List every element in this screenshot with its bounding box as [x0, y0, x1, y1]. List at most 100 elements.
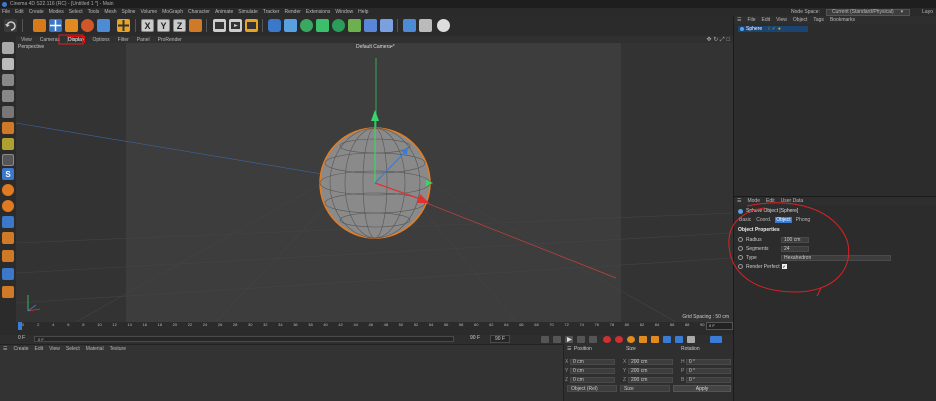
- render-view-icon[interactable]: [213, 19, 226, 32]
- rotation-p-field[interactable]: 0 °: [686, 367, 731, 374]
- play-icon[interactable]: [565, 336, 573, 343]
- model-mode-icon[interactable]: [2, 58, 14, 70]
- min-frame-field[interactable]: 0 F: [18, 335, 25, 341]
- paint-icon[interactable]: [2, 250, 14, 262]
- object-row-sphere[interactable]: Sphere ⁝ ✓ ●: [738, 26, 808, 32]
- field-icon[interactable]: [332, 19, 345, 32]
- timeline-end-frame[interactable]: 0 F: [706, 322, 733, 330]
- menu-modes[interactable]: Modes: [49, 9, 64, 15]
- preview-max-field[interactable]: 90 F: [470, 335, 480, 341]
- axis-mode-icon[interactable]: [2, 154, 14, 166]
- x-axis-lock-button[interactable]: X: [141, 19, 154, 32]
- pen-icon[interactable]: [284, 19, 297, 32]
- material-menu-select[interactable]: Select: [66, 346, 80, 352]
- size-z-field[interactable]: 200 cm: [628, 376, 673, 383]
- previous-key-icon[interactable]: [553, 336, 561, 343]
- parameter-key-icon[interactable]: [675, 336, 683, 343]
- timeline-ruler[interactable]: 0 2 4 6 8 10 12 14 16 18 20 22 24 26 28 30 32 34 36 38 40 42 4…: [16, 322, 706, 330]
- menu-render[interactable]: Render: [285, 9, 301, 15]
- polygons-mode-icon[interactable]: [2, 122, 14, 134]
- object-menu-tags[interactable]: Tags: [813, 17, 824, 23]
- layer-icon[interactable]: [2, 268, 14, 280]
- uv-mode-icon[interactable]: [2, 138, 14, 150]
- pla-key-icon[interactable]: [687, 336, 695, 343]
- position-x-field[interactable]: 0 cm: [570, 358, 615, 365]
- material-menu-edit[interactable]: Edit: [35, 346, 44, 352]
- menu-simulate[interactable]: Simulate: [238, 9, 257, 15]
- make-editable-icon[interactable]: [2, 42, 14, 54]
- viewport-menu-view[interactable]: View: [21, 37, 32, 43]
- size-x-field[interactable]: 200 cm: [628, 358, 673, 365]
- camera-icon[interactable]: [380, 19, 393, 32]
- menu-animate[interactable]: Animate: [215, 9, 233, 15]
- viewport-camera-label[interactable]: Default Camera •*: [356, 44, 395, 50]
- go-to-end-icon[interactable]: [589, 336, 597, 343]
- light-icon[interactable]: [437, 19, 450, 32]
- scale-key-icon[interactable]: [651, 336, 659, 343]
- viewport[interactable]: Perspective Default Camera •* Grid Spacin…: [16, 43, 733, 322]
- viewport-menu-filter[interactable]: Filter: [118, 37, 129, 43]
- menu-extensions[interactable]: Extensions: [306, 9, 330, 15]
- apply-button[interactable]: Apply: [673, 385, 731, 392]
- menu-volume[interactable]: Volume: [140, 9, 157, 15]
- node-space-dropdown[interactable]: Current (Standard/Physical) ▾: [825, 8, 911, 16]
- undo-icon[interactable]: [4, 19, 17, 32]
- deformer-icon[interactable]: [348, 19, 361, 32]
- viewport-menu-cameras[interactable]: Cameras: [40, 37, 60, 43]
- autokey-icon[interactable]: [615, 336, 623, 343]
- rotation-b-field[interactable]: 0 °: [686, 376, 731, 383]
- material-manager[interactable]: ☰ Create Edit View Select Material Textu…: [0, 344, 563, 401]
- recent-tools-icon[interactable]: [97, 19, 110, 32]
- viewport-menu-prorender[interactable]: ProRender: [158, 37, 182, 43]
- go-to-start-icon[interactable]: [541, 336, 549, 343]
- subdivision-icon[interactable]: [300, 19, 313, 32]
- material-menu-texture[interactable]: Texture: [110, 346, 126, 352]
- visibility-dots-icon[interactable]: ⁝: [768, 26, 770, 32]
- cloner-icon[interactable]: [316, 19, 329, 32]
- floor-icon[interactable]: [403, 19, 416, 32]
- object-menu-object[interactable]: Object: [793, 17, 807, 23]
- menu-character[interactable]: Character: [188, 9, 210, 15]
- menu-mograph[interactable]: MoGraph: [162, 9, 183, 15]
- object-menu-view[interactable]: View: [776, 17, 787, 23]
- layout-label[interactable]: Layo: [922, 9, 933, 15]
- menu-tracker[interactable]: Tracker: [263, 9, 280, 15]
- max-frame-field[interactable]: 90 F: [490, 335, 511, 343]
- keyframe-selection-icon[interactable]: [627, 336, 635, 343]
- position-key-icon[interactable]: [639, 336, 647, 343]
- rotation-key-icon[interactable]: [663, 336, 671, 343]
- menu-file[interactable]: File: [2, 9, 10, 15]
- y-axis-lock-button[interactable]: Y: [157, 19, 170, 32]
- render-picture-viewer-icon[interactable]: [229, 19, 242, 32]
- object-menu-edit[interactable]: Edit: [762, 17, 771, 23]
- next-key-icon[interactable]: [577, 336, 585, 343]
- position-y-field[interactable]: 0 cm: [570, 367, 615, 374]
- snap-settings-icon[interactable]: [2, 184, 14, 196]
- rotation-h-field[interactable]: 0 °: [686, 358, 731, 365]
- z-axis-lock-button[interactable]: Z: [173, 19, 186, 32]
- menu-window[interactable]: Window: [335, 9, 353, 15]
- viewport-nav-icons[interactable]: ✥ ↻ ⤢ □: [707, 36, 730, 44]
- menu-help[interactable]: Help: [358, 9, 368, 15]
- edit-render-settings-icon[interactable]: [245, 19, 258, 32]
- enabled-check-icon[interactable]: ✓: [772, 26, 776, 32]
- menu-select[interactable]: Select: [69, 9, 83, 15]
- rotate-icon[interactable]: [81, 19, 94, 32]
- phong-tag-icon[interactable]: ●: [778, 26, 781, 32]
- object-menu-file[interactable]: File: [747, 17, 755, 23]
- position-z-field[interactable]: 0 cm: [570, 376, 615, 383]
- sculpt-icon[interactable]: [2, 232, 14, 244]
- workplane-icon[interactable]: [2, 200, 14, 212]
- menu-create[interactable]: Create: [29, 9, 44, 15]
- add-tool-icon[interactable]: [117, 19, 130, 32]
- coord-size-select[interactable]: Size: [620, 385, 670, 392]
- cube-icon[interactable]: [268, 19, 281, 32]
- move-icon[interactable]: [49, 19, 62, 32]
- frame-range-slider[interactable]: 0 F: [34, 336, 454, 342]
- lock-workplane-icon[interactable]: [2, 216, 14, 228]
- timeline-playhead[interactable]: [18, 322, 22, 330]
- material-menu-view[interactable]: View: [49, 346, 60, 352]
- scene-settings-icon[interactable]: [419, 19, 432, 32]
- viewport-menu-options[interactable]: Options: [92, 37, 109, 43]
- menu-spline[interactable]: Spline: [122, 9, 136, 15]
